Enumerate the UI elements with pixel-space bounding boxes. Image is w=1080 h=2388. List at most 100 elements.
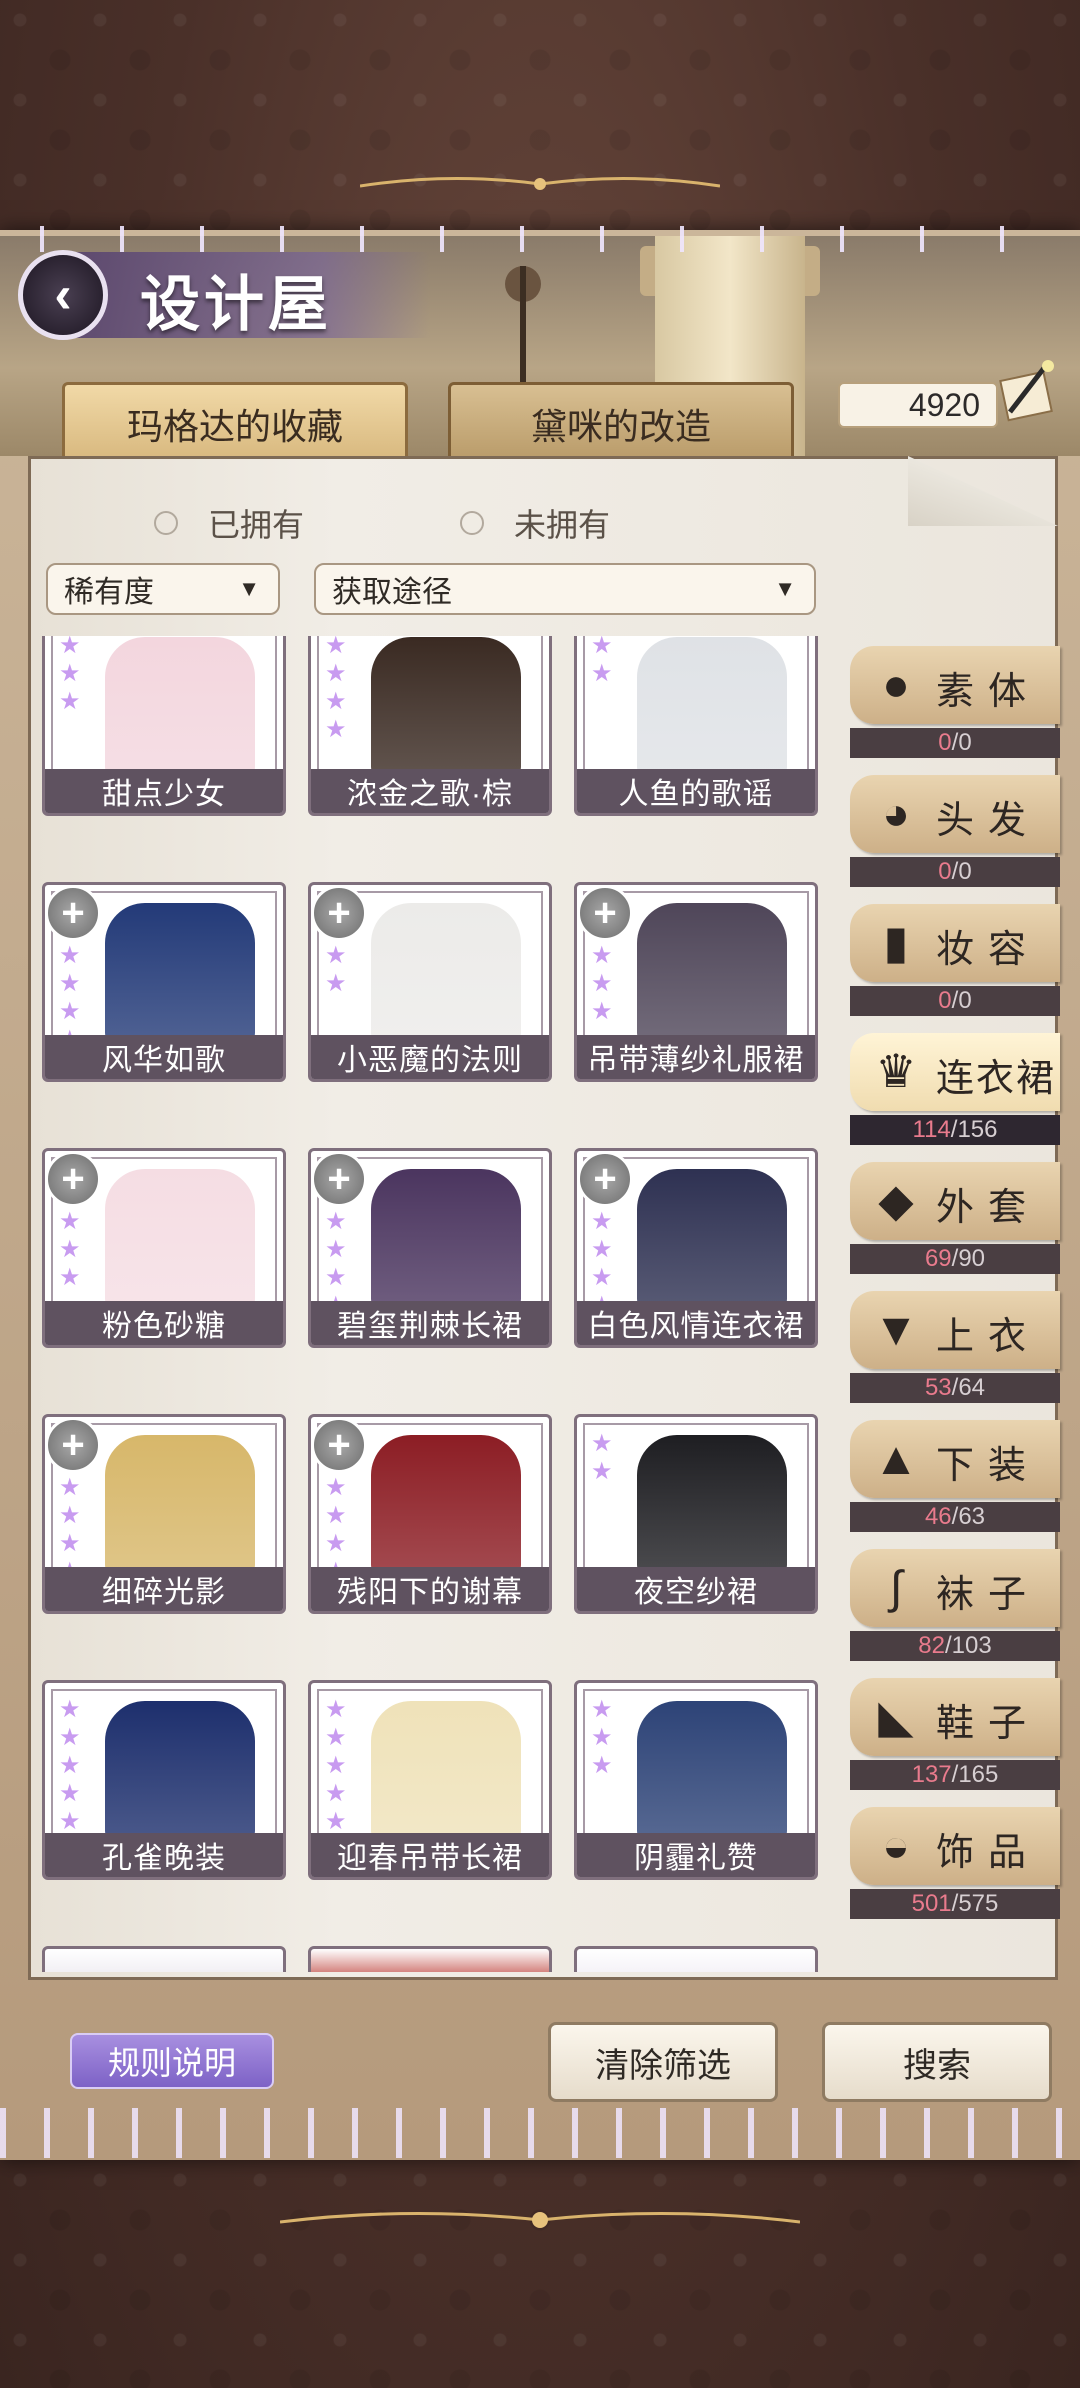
category-hat[interactable]: ◒ 饰品 501/575 [850, 1807, 1060, 1923]
item-card[interactable]: ★ ★ + 小恶魔的法则 [308, 882, 552, 1082]
filter-unowned-radio[interactable]: 未拥有 [460, 500, 610, 546]
total-count: 575 [958, 1890, 999, 1917]
item-art-frame [583, 636, 809, 777]
star-icon: ★ [591, 660, 613, 687]
tab-daimi-remake[interactable]: 黛咪的改造 [448, 382, 794, 466]
dress-icon: ♛ [875, 1045, 917, 1097]
item-card-partial[interactable] [574, 1946, 818, 1972]
item-card[interactable]: ★ ★ 夜空纱裙 [574, 1414, 818, 1614]
rarity-dropdown-label: 稀有度 [64, 576, 154, 609]
item-grid: ★★★甜点少女★★★★浓金之歌·棕★★人鱼的歌谣★★★★+风华如歌★★+小恶魔的… [42, 636, 822, 1972]
plus-badge-icon: + [311, 1151, 367, 1207]
owned-count: 501 [911, 1890, 952, 1917]
star-icon: ★ [325, 970, 347, 997]
total-count: 165 [958, 1761, 999, 1788]
count-separator: / [951, 1761, 959, 1788]
shoe-icon: ◣ [878, 1690, 914, 1742]
category-label: 连衣裙 [936, 1058, 1057, 1100]
item-name: 迎春吊带长裙 [311, 1833, 549, 1877]
owned-count: 0 [938, 858, 952, 885]
item-card-partial[interactable] [42, 1946, 286, 1972]
star-icon: ★ [325, 716, 347, 743]
page-title: 设计屋 [140, 270, 332, 340]
vine-border-top [0, 226, 1080, 252]
item-name: 残阳下的谢幕 [311, 1567, 549, 1611]
item-card[interactable]: ★ ★ ★ ★ 浓金之歌·棕 [308, 636, 552, 816]
category-hair[interactable]: ◕ 头发 0/0 [850, 775, 1060, 891]
bottom-ornament [279, 2200, 801, 2240]
back-button[interactable]: ‹ [18, 250, 108, 340]
item-name: 吊带薄纱礼服裙 [577, 1035, 815, 1079]
item-card-partial[interactable] [308, 1946, 552, 1972]
item-card[interactable]: ★ ★ ★ ★ ★ 迎春吊带长裙 [308, 1680, 552, 1880]
item-card[interactable]: ★★★★+风华如歌 [42, 882, 286, 1082]
count-separator: / [951, 1890, 959, 1917]
star-icon: ★ [591, 1696, 613, 1723]
category-count: 46/63 [850, 1502, 1060, 1532]
total-count: 63 [958, 1503, 986, 1530]
category-skirt[interactable]: ▲ 下装 46/63 [850, 1420, 1060, 1536]
clear-filter-button[interactable]: 清除筛选 [548, 2022, 778, 2102]
star-icon: ★ [59, 1696, 81, 1723]
category-count: 137/165 [850, 1760, 1060, 1790]
item-card[interactable]: ★★★★★+残阳下的谢幕 [308, 1414, 552, 1614]
source-dropdown[interactable]: 获取途径 ▼ [314, 563, 816, 615]
filter-owned-radio[interactable]: 已拥有 [154, 500, 304, 546]
tab-magda-collection[interactable]: 玛格达的收藏 [62, 382, 408, 466]
radio-circle [460, 511, 484, 535]
star-icon: ★ [591, 1430, 613, 1457]
item-card[interactable]: ★ ★ ★ 阴霾礼赞 [574, 1680, 818, 1880]
category-label: 妆容 [936, 929, 1041, 971]
plus-badge-icon: + [577, 1151, 633, 1207]
rarity-stars: ★ ★ ★ [59, 1209, 81, 1291]
category-shoe[interactable]: ◣ 鞋子 137/165 [850, 1678, 1060, 1794]
star-icon: ★ [59, 1474, 81, 1501]
dress-image [371, 903, 521, 1043]
back-arrow-icon: ‹ [54, 266, 72, 324]
dress-image [637, 1169, 787, 1309]
rules-button[interactable]: 规则说明 [70, 2033, 274, 2089]
star-icon: ★ [591, 1236, 613, 1263]
item-art-frame [51, 1689, 277, 1841]
category-socks[interactable]: ∫ 袜子 82/103 [850, 1549, 1060, 1665]
plus-badge-icon: + [45, 885, 101, 941]
item-card[interactable]: ★★★★★+碧玺荆棘长裙 [308, 1148, 552, 1348]
rarity-dropdown[interactable]: 稀有度 ▼ [46, 563, 280, 615]
item-card[interactable]: ★★★★★+白色风情连衣裙 [574, 1148, 818, 1348]
category-coat[interactable]: ◆ 外套 69/90 [850, 1162, 1060, 1278]
owned-count: 46 [924, 1503, 952, 1530]
item-card[interactable]: ★ ★ 人鱼的歌谣 [574, 636, 818, 816]
item-card[interactable]: ★ ★ ★ + 吊带薄纱礼服裙 [574, 882, 818, 1082]
category-silhouette[interactable]: ● 素体 0/0 [850, 646, 1060, 762]
dress-image [105, 1701, 255, 1841]
item-name: 浓金之歌·棕 [311, 769, 549, 813]
category-label: 素体 [936, 671, 1041, 713]
item-card[interactable]: ★ ★ ★ 甜点少女 [42, 636, 286, 816]
star-icon: ★ [325, 1752, 347, 1779]
star-icon: ★ [59, 688, 81, 715]
count-separator: / [951, 729, 959, 756]
top-ornament [359, 168, 721, 198]
dress-image [371, 1435, 521, 1575]
owned-count: 114 [912, 1116, 951, 1143]
star-icon: ★ [591, 1264, 613, 1291]
count-separator: / [950, 1116, 958, 1143]
category-count: 69/90 [850, 1244, 1060, 1274]
category-dress[interactable]: ♛ 连衣裙 114/156 [850, 1033, 1060, 1149]
item-card[interactable]: ★★★★+细碎光影 [42, 1414, 286, 1614]
category-label: 鞋子 [936, 1703, 1041, 1745]
item-card[interactable]: ★★★★★★孔雀晚装 [42, 1680, 286, 1880]
star-icon: ★ [325, 1696, 347, 1723]
owned-count: 0 [938, 729, 952, 756]
rarity-stars: ★ ★ ★ [591, 1697, 613, 1779]
category-shirt[interactable]: ▼ 上衣 53/64 [850, 1291, 1060, 1407]
item-card[interactable]: ★ ★ ★ + 粉色砂糖 [42, 1148, 286, 1348]
dress-image [371, 1169, 521, 1309]
star-icon: ★ [59, 1236, 81, 1263]
star-icon: ★ [591, 942, 613, 969]
item-name: 夜空纱裙 [577, 1567, 815, 1611]
count-separator: / [951, 1245, 959, 1272]
category-lipstick[interactable]: ▮ 妆容 0/0 [850, 904, 1060, 1020]
category-count: 53/64 [850, 1373, 1060, 1403]
search-button[interactable]: 搜索 [822, 2022, 1052, 2102]
